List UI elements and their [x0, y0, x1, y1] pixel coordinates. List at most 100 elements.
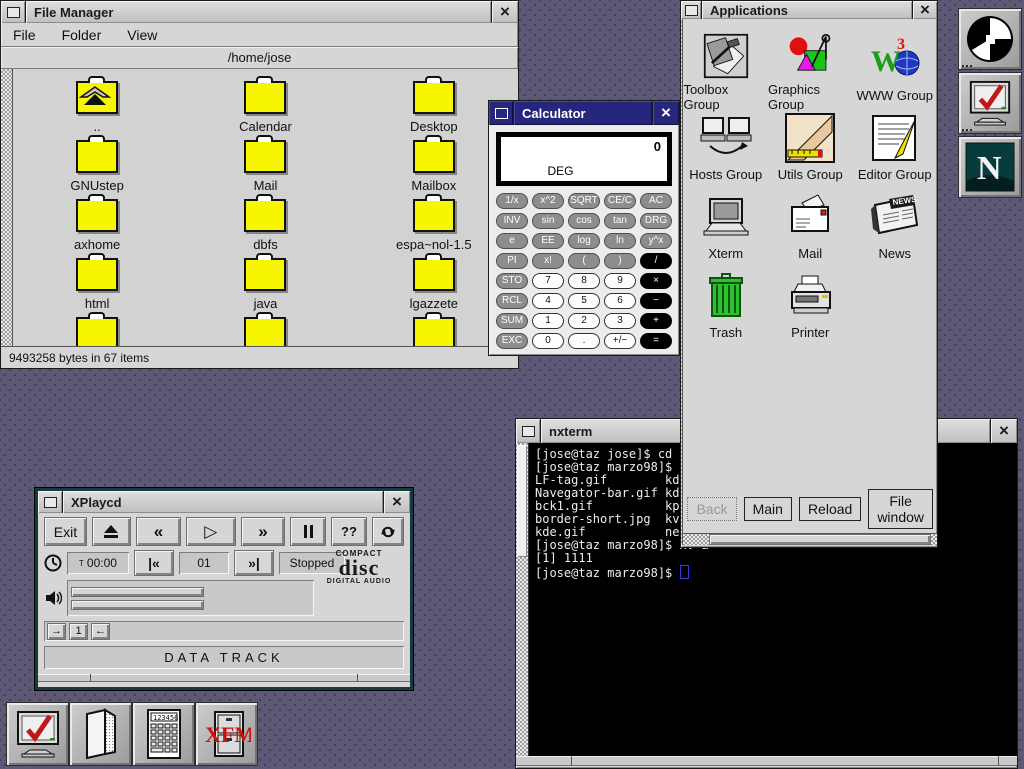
horizontal-scrollbar[interactable]: [683, 533, 937, 545]
calc-button[interactable]: ×: [640, 273, 672, 289]
calc-button[interactable]: cos: [568, 213, 600, 229]
file-item[interactable]: GNUstep: [13, 140, 181, 199]
iconified-netscape[interactable]: N: [958, 136, 1022, 198]
calc-button[interactable]: log: [568, 233, 600, 249]
calc-button[interactable]: 9: [604, 273, 636, 289]
window-menu-button[interactable]: [489, 101, 513, 125]
close-button[interactable]: ×: [384, 491, 410, 513]
calc-button[interactable]: −: [640, 293, 672, 309]
iconified-circle-logo[interactable]: [958, 8, 1022, 70]
main-button[interactable]: Main: [744, 497, 792, 521]
iconified-speaker-box[interactable]: [69, 702, 132, 766]
calc-button[interactable]: 6: [604, 293, 636, 309]
calc-button[interactable]: 1: [532, 313, 564, 329]
calc-button[interactable]: SUM: [496, 313, 528, 329]
volume-slider[interactable]: [71, 587, 204, 597]
scrollbar-thumb[interactable]: [517, 445, 527, 557]
previous-track-button[interactable]: |«: [134, 550, 174, 576]
app-item[interactable]: Xterm: [683, 191, 768, 270]
calc-button[interactable]: 1/x: [496, 193, 528, 209]
file-item[interactable]: dbfs: [181, 199, 349, 258]
app-item[interactable]: Mail: [768, 191, 853, 270]
calc-button[interactable]: SQRT: [568, 193, 600, 209]
app-item[interactable]: Trash: [683, 270, 768, 349]
close-button[interactable]: ×: [991, 419, 1017, 443]
eject-button[interactable]: [92, 517, 131, 546]
play-button[interactable]: ▷: [186, 517, 236, 546]
vertical-scrollbar[interactable]: [516, 443, 529, 756]
file-item[interactable]: [181, 317, 349, 346]
calc-button[interactable]: e: [496, 233, 528, 249]
calc-button[interactable]: 5: [568, 293, 600, 309]
calc-button[interactable]: .: [568, 333, 600, 349]
menu-view[interactable]: View: [127, 27, 157, 43]
calc-button[interactable]: sin: [532, 213, 564, 229]
balance-slider[interactable]: [71, 600, 204, 610]
track-back-button[interactable]: ←: [91, 623, 110, 640]
calc-button[interactable]: INV: [496, 213, 528, 229]
app-item[interactable]: Utils Group: [768, 112, 853, 191]
app-item[interactable]: Toolbox Group: [683, 33, 768, 112]
calc-button[interactable]: STO: [496, 273, 528, 289]
reload-button[interactable]: Reload: [799, 497, 861, 521]
menu-folder[interactable]: Folder: [62, 27, 102, 43]
window-bottom-border[interactable]: [516, 756, 1017, 766]
next-track-button[interactable]: »|: [234, 550, 274, 576]
calc-button[interactable]: /: [640, 253, 672, 269]
scrollbar-thumb[interactable]: [709, 534, 931, 545]
iconified-calculator[interactable]: 123456: [132, 702, 195, 766]
calc-button[interactable]: RCL: [496, 293, 528, 309]
app-item[interactable]: NEWS News: [852, 191, 937, 270]
file-item[interactable]: java: [181, 258, 349, 317]
calc-button[interactable]: 7: [532, 273, 564, 289]
rewind-button[interactable]: «: [136, 517, 181, 546]
calc-button[interactable]: 2: [568, 313, 600, 329]
calc-button[interactable]: DRG: [640, 213, 672, 229]
window-bottom-border[interactable]: [38, 674, 410, 682]
calc-button[interactable]: EE: [532, 233, 564, 249]
iconified-xv-monitor[interactable]: [6, 702, 69, 766]
menu-file[interactable]: File: [13, 27, 36, 43]
app-item[interactable]: Editor Group: [852, 112, 937, 191]
calc-button[interactable]: x^2: [532, 193, 564, 209]
vertical-scrollbar[interactable]: [1, 69, 13, 346]
shuffle-button[interactable]: ??: [331, 517, 367, 546]
track-number-button[interactable]: 1: [69, 623, 88, 640]
calc-button[interactable]: PI: [496, 253, 528, 269]
file-item[interactable]: Calendar: [181, 81, 349, 140]
pause-button[interactable]: [290, 517, 326, 546]
calc-button[interactable]: =: [640, 333, 672, 349]
app-item[interactable]: Hosts Group: [683, 112, 768, 191]
file-item[interactable]: html: [13, 258, 181, 317]
repeat-button[interactable]: [372, 517, 404, 546]
calc-button[interactable]: +: [640, 313, 672, 329]
calc-button[interactable]: +/−: [604, 333, 636, 349]
file-item[interactable]: axhome: [13, 199, 181, 258]
calc-button[interactable]: 3: [604, 313, 636, 329]
calc-button[interactable]: ln: [604, 233, 636, 249]
file-item[interactable]: ..: [13, 81, 181, 140]
calc-button[interactable]: 0: [532, 333, 564, 349]
back-button[interactable]: Back: [687, 497, 736, 521]
calc-button[interactable]: EXC: [496, 333, 528, 349]
window-menu-button[interactable]: [38, 491, 62, 513]
file-window-button[interactable]: File window: [868, 489, 933, 529]
iconified-xfm[interactable]: XFM: [195, 702, 258, 766]
fast-forward-button[interactable]: »: [241, 517, 286, 546]
file-item[interactable]: [13, 317, 181, 346]
track-forward-button[interactable]: →: [47, 623, 66, 640]
iconified-xv-monitor-2[interactable]: [958, 72, 1022, 134]
calc-button[interactable]: x!: [532, 253, 564, 269]
file-item[interactable]: Mail: [181, 140, 349, 199]
exit-button[interactable]: Exit: [44, 517, 87, 546]
calc-button[interactable]: y^x: [640, 233, 672, 249]
calc-button[interactable]: 4: [532, 293, 564, 309]
window-menu-button[interactable]: [681, 1, 701, 19]
close-button[interactable]: ×: [913, 1, 937, 19]
calc-button[interactable]: AC: [640, 193, 672, 209]
close-button[interactable]: ×: [653, 101, 679, 125]
app-item[interactable]: Graphics Group: [768, 33, 853, 112]
calc-button[interactable]: CE/C: [604, 193, 636, 209]
app-item[interactable]: W 3 WWW Group: [852, 33, 937, 112]
calc-button[interactable]: 8: [568, 273, 600, 289]
